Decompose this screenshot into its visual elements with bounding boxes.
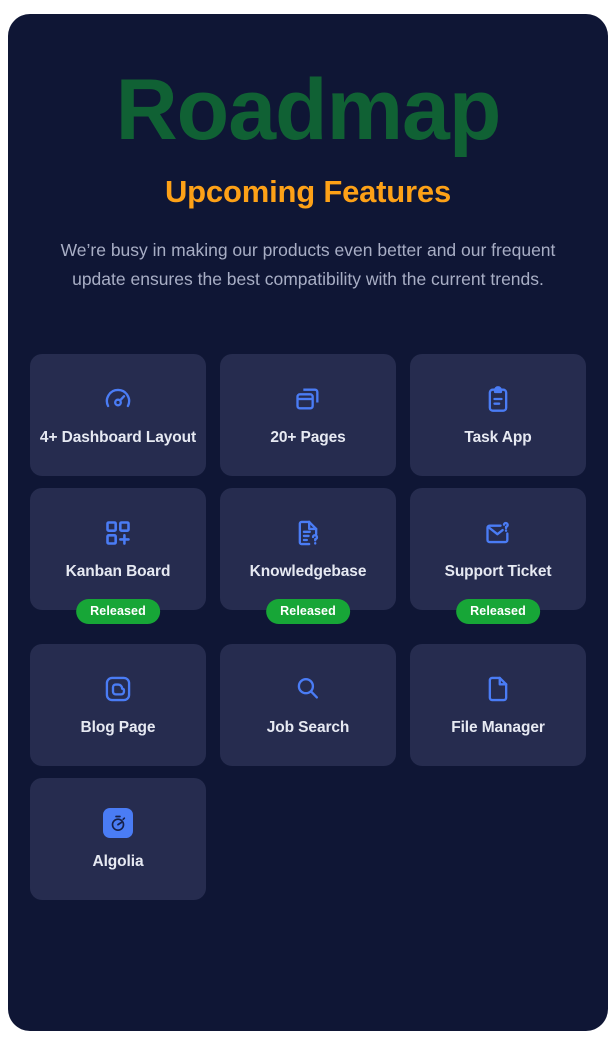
feature-card-label: Knowledgebase xyxy=(249,562,367,580)
feature-card-label: Task App xyxy=(464,428,532,446)
feature-card-pages[interactable]: 20+ Pages xyxy=(220,354,396,477)
feature-card-blog-page[interactable]: Blog Page xyxy=(30,644,206,767)
document-question-icon xyxy=(294,516,322,550)
file-icon xyxy=(484,672,512,706)
feature-card-knowledgebase[interactable]: Knowledgebase Released xyxy=(220,488,396,625)
feature-card-label: File Manager xyxy=(451,718,545,736)
page-description: We’re busy in making our products even b… xyxy=(60,239,556,290)
grid-plus-icon xyxy=(104,516,132,550)
status-badge: Released xyxy=(266,599,350,625)
feature-card-support-ticket[interactable]: Support Ticket Released xyxy=(410,488,586,625)
stacked-windows-icon xyxy=(294,382,322,416)
feature-card-label: Job Search xyxy=(266,718,350,736)
feature-card-task-app[interactable]: Task App xyxy=(410,354,586,477)
status-badge: Released xyxy=(76,599,160,625)
page-subtitle: Upcoming Features xyxy=(165,173,451,209)
roadmap-panel: Roadmap Upcoming Features We’re busy in … xyxy=(8,14,608,1031)
feature-card-label: Kanban Board xyxy=(65,562,171,580)
envelope-question-icon xyxy=(484,516,512,550)
algolia-stopwatch-icon xyxy=(103,806,133,840)
page-title: Roadmap xyxy=(115,62,502,158)
gauge-icon xyxy=(104,382,132,416)
feature-card-dashboard-layout[interactable]: 4+ Dashboard Layout xyxy=(30,354,206,477)
clipboard-icon xyxy=(484,382,512,416)
status-badge: Released xyxy=(456,599,540,625)
magnifier-icon xyxy=(294,672,322,706)
feature-card-kanban-board[interactable]: Kanban Board Released xyxy=(30,488,206,625)
feature-card-algolia[interactable]: Algolia xyxy=(30,778,206,901)
hero-section: Roadmap Upcoming Features We’re busy in … xyxy=(8,14,608,294)
feature-card-job-search[interactable]: Job Search xyxy=(220,644,396,767)
feature-card-label: Support Ticket xyxy=(444,562,552,580)
blogger-icon xyxy=(104,672,132,706)
feature-card-label: Algolia xyxy=(92,852,144,870)
feature-card-file-manager[interactable]: File Manager xyxy=(410,644,586,767)
feature-card-label: 20+ Pages xyxy=(270,428,346,446)
feature-card-label: 4+ Dashboard Layout xyxy=(39,428,197,446)
feature-grid: 4+ Dashboard Layout 20+ Pages Task App K… xyxy=(30,354,586,901)
feature-card-label: Blog Page xyxy=(80,718,156,736)
